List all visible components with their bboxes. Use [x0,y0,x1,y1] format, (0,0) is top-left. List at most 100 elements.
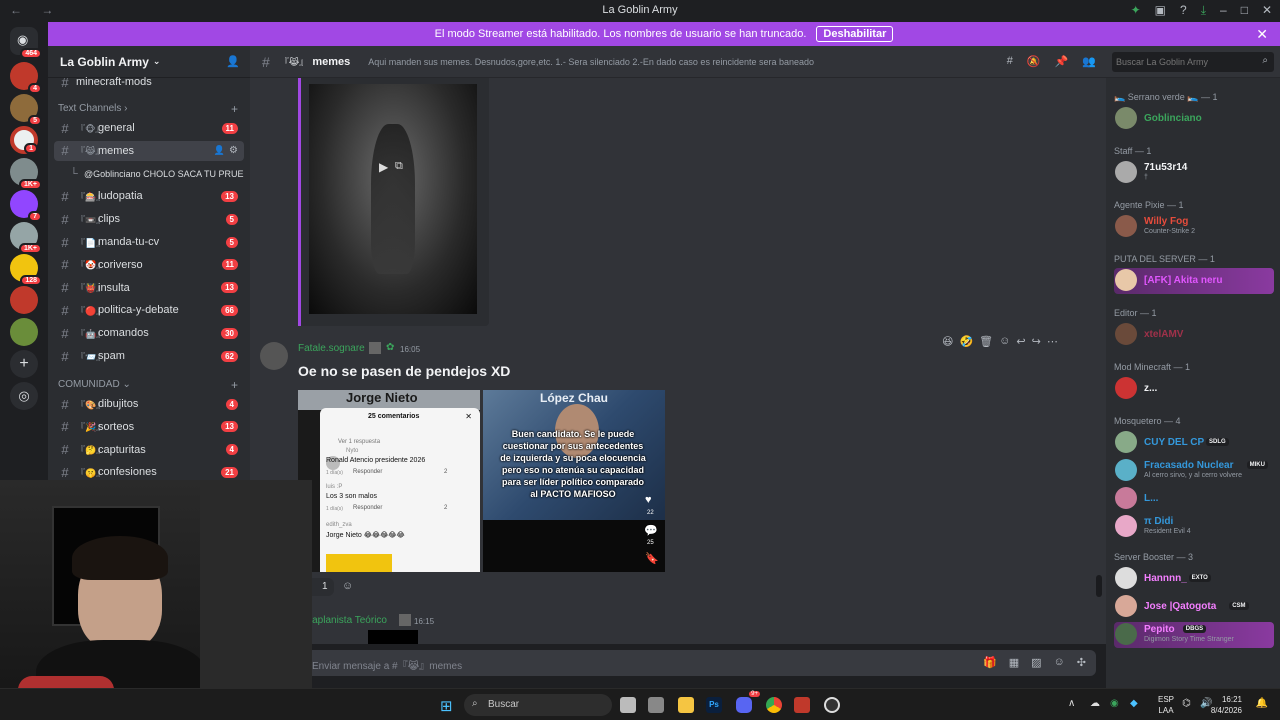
discord-taskbar-icon[interactable]: 9+ [736,691,760,713]
search-input[interactable] [1112,52,1274,72]
channel-minecraft-mods[interactable]: # minecraft-mods [54,72,244,92]
obs-icon[interactable] [824,697,840,713]
add-server-icon[interactable]: + [10,350,38,378]
video-thumbnail[interactable]: ▶ ⧉ [309,84,477,314]
channel-1[interactable]: # 『😹』 memes 👤 ⚙ [54,140,244,161]
member-item[interactable]: Pepito DBGS Digimon Story Time Stranger [1114,622,1274,648]
photoshop-icon[interactable]: Ps [706,697,722,713]
channel-3[interactable]: # 『🤫』 confesiones 21 [54,462,244,480]
add-member-icon[interactable]: 👤 [214,145,225,156]
tray-chevron-icon[interactable]: ∧ [1068,698,1075,709]
channel-4[interactable]: # 『📼』 clips 5 [54,209,244,229]
dm-home-button[interactable]: ◉ 464 [10,27,42,59]
network-icon[interactable]: ⌬ [1182,698,1191,709]
chat-scrollbar[interactable] [1096,575,1102,597]
category-comunidad[interactable]: COMUNIDAD ⌄ [58,379,131,390]
reaction-laugh-icon[interactable]: 😆 [942,335,953,348]
member-item[interactable]: 71u53r14 † [1114,160,1274,186]
more-options-icon[interactable]: ⋯ [1047,335,1058,348]
message-author[interactable]: Fatale.sognare [298,343,365,354]
pin-icon[interactable]: 📌 [1055,55,1069,68]
taskbar-clock[interactable]: 16:21 8/4/2026 [1211,694,1242,716]
discover-icon[interactable]: ◎ [10,382,38,410]
server-icon-6[interactable]: 1K+ [10,222,42,254]
reaction-rofl-icon[interactable]: 🤣 [959,335,973,348]
member-item[interactable]: Fracasado Nuclear MIKU Al cerro sirvo, y a… [1114,458,1274,484]
mute-icon[interactable]: 🔕 [1027,55,1041,68]
reaction-trash-icon[interactable]: 🗑 [979,335,993,348]
threads-icon[interactable]: # [1007,55,1013,68]
channel-2[interactable]: └ @Goblinciano CHOLO SACA TU PRUE... [54,164,244,184]
message-composer[interactable]: Enviar mensaje a #『😹』memes 🎁 ▦ ▨ ☺ ✣ [300,650,1096,676]
member-item[interactable]: [AFK] Akita neru [1114,268,1274,294]
file-explorer-icon[interactable] [678,697,694,713]
add-reaction-icon[interactable]: ☺ [999,335,1010,347]
forward-icon[interactable]: ↪ [1032,335,1041,348]
apps-icon[interactable]: ✣ [1077,656,1086,669]
channel-6[interactable]: # 『🤡』 coriverso 11 [54,255,244,275]
category-text-channels[interactable]: Text Channels › [58,103,127,114]
add-channel-icon[interactable]: + [231,378,238,392]
server-icon-2[interactable]: 5 [10,94,42,126]
channel-2[interactable]: # 『🤔』 capturitas 4 [54,440,244,460]
channel-3[interactable]: # 『🎰』 ludopatia 13 [54,186,244,206]
server-icon-1[interactable]: 4 [10,62,42,94]
play-icon[interactable]: ▶ [379,160,388,174]
channel-topic[interactable]: Aqui manden sus memes. Desnudos,gore,etc… [368,57,968,67]
user-avatar[interactable] [260,342,288,370]
reply-icon[interactable]: ↩ [1016,335,1025,348]
member-item[interactable]: xtelAMV [1114,322,1274,348]
channel-8[interactable]: # 『🔴』 politica-y-debate 66 [54,300,244,320]
member-item[interactable]: Hannnn_ EXTO [1114,566,1274,592]
close-window-icon[interactable]: ✕ [1262,3,1272,18]
member-item[interactable]: CUY DEL CP SDLG [1114,430,1274,456]
next-message-author[interactable]: traplanista Teórico [306,615,387,626]
download-icon[interactable]: ⤓ [1201,3,1206,18]
server-icon-7[interactable]: 128 [10,254,42,286]
emoji-icon[interactable]: ☺ [1054,656,1065,669]
channel-0[interactable]: # 『🐵』 general 11 [54,118,244,138]
disable-streamer-button[interactable]: Deshabilitar [816,26,894,42]
member-item[interactable]: L... [1114,486,1274,512]
twitch-server-icon[interactable]: 7 [10,190,42,222]
member-item[interactable]: Goblinciano [1114,106,1274,132]
members-icon[interactable]: 👥 [1082,55,1096,68]
windows-start-icon[interactable]: ⊞ [440,697,453,715]
server-icon-4[interactable]: 1K+ [10,158,42,190]
server-icon-8[interactable] [10,286,38,314]
chrome-icon[interactable] [766,697,782,713]
app-icon-1[interactable] [648,697,664,713]
channel-10[interactable]: # 『📨』 spam 62 [54,346,244,366]
server-icon-3[interactable]: 1 [10,126,38,154]
inbox-icon[interactable]: ▣ [1155,3,1166,18]
notification-bell-icon[interactable]: 🔔 [1256,698,1268,709]
gift-icon[interactable]: 🎁 [983,656,997,669]
member-item[interactable]: z... [1114,376,1274,402]
sticker-icon[interactable]: ▨ [1031,656,1041,669]
attachment-image-left[interactable]: Jorge Nieto 25 comentarios ✕ Ver 1 respu… [298,390,480,572]
member-item[interactable]: Willy Fog Counter-Strike 2 [1114,214,1274,240]
add-reaction-icon[interactable]: ☺ [342,580,353,592]
member-item[interactable]: Jose |Qatogota CSM [1114,594,1274,620]
tray-app-icon[interactable]: ◆ [1130,698,1138,709]
tray-app-icon[interactable]: ☁ [1090,698,1100,709]
help-icon[interactable]: ? [1180,3,1187,18]
invite-icon[interactable]: 👤 [226,55,240,68]
attachment-image-right[interactable]: López Chau Buen candidato. Se le puede c… [483,390,665,572]
app-icon-2[interactable] [794,697,810,713]
channel-1[interactable]: # 『🎉』 sorteos 13 [54,417,244,437]
taskbar-search[interactable]: ⌕ Buscar [464,694,612,716]
nitro-icon[interactable]: ✦ [1131,3,1141,18]
maximize-icon[interactable]: □ [1241,3,1248,18]
channel-5[interactable]: # 『📄』 manda-tu-cv 5 [54,232,244,252]
channel-7[interactable]: # 『👹』 insulta 13 [54,278,244,298]
gear-icon[interactable]: ⚙ [229,145,238,156]
channel-0[interactable]: # 『🎨』 dibujitos 4 [54,394,244,414]
member-item[interactable]: π Didi Resident Evil 4 [1114,514,1274,540]
close-banner-icon[interactable]: ✕ [1256,26,1268,43]
add-channel-icon[interactable]: + [231,102,238,116]
minimize-icon[interactable]: – [1220,3,1227,18]
channel-9[interactable]: # 『🤖』 comandos 30 [54,323,244,343]
task-view-icon[interactable] [620,697,636,713]
server-icon-9[interactable] [10,318,38,346]
